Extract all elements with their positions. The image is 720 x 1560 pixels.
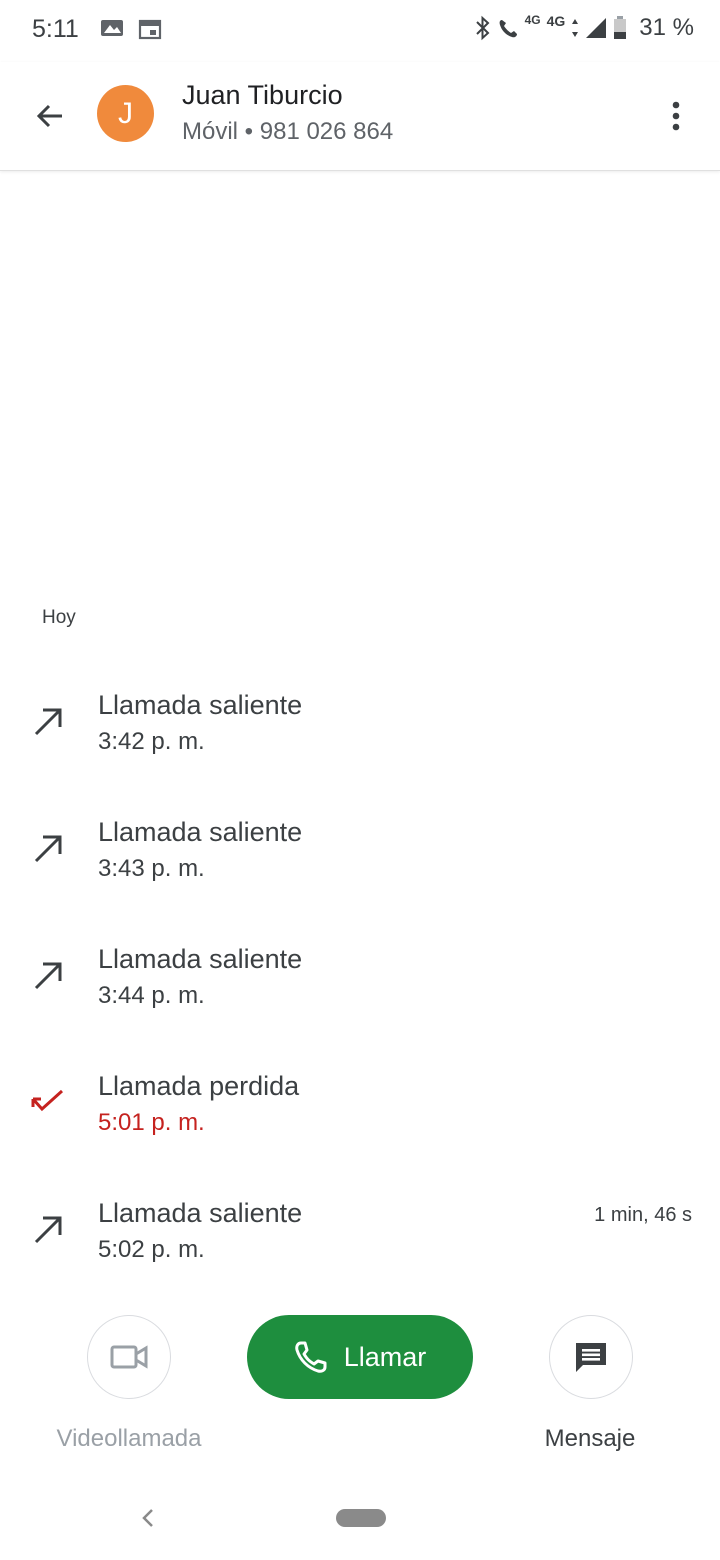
outgoing-call-icon [34, 835, 62, 863]
network-type-small: 4G [524, 13, 541, 27]
phone-icon [294, 1341, 327, 1373]
call-type: Llamada saliente [98, 690, 303, 720]
back-button[interactable] [26, 92, 74, 140]
call-time: 3:43 p. m. [98, 855, 205, 882]
status-bar: 5:11 4G 4G 31 % [0, 0, 720, 62]
call-time: 5:01 p. m. [98, 1109, 205, 1136]
gallery-icon [101, 20, 123, 36]
call-history-item[interactable]: Llamada saliente 3:43 p. m. [0, 817, 720, 907]
more-options-button[interactable] [652, 92, 700, 140]
video-call-button[interactable] [87, 1315, 171, 1399]
call-time: 5:02 p. m. [98, 1236, 205, 1263]
call-history-item[interactable]: Llamada saliente 3:44 p. m. [0, 944, 720, 1034]
call-history-item[interactable]: Llamada saliente 3:42 p. m. [0, 690, 720, 780]
nav-back-icon[interactable] [136, 1503, 160, 1533]
call-type: Llamada saliente [98, 944, 303, 974]
message-label: Mensaje [544, 1425, 636, 1452]
battery-icon [614, 16, 627, 39]
call-duration: 1 min, 46 s [594, 1204, 692, 1226]
bluetooth-icon [475, 15, 490, 41]
outgoing-call-icon [34, 708, 62, 736]
status-system-icons: 4G 4G 31 % [475, 14, 694, 42]
call-button-label: Llamar [343, 1341, 427, 1372]
more-vert-icon [672, 101, 680, 131]
call-type: Llamada perdida [98, 1071, 300, 1101]
call-history-item[interactable]: Llamada perdida 5:01 p. m. [0, 1071, 720, 1161]
back-arrow-icon [36, 104, 62, 128]
videocam-icon [110, 1345, 148, 1369]
contact-header: J Juan Tiburcio Móvil • 981 026 864 [0, 62, 720, 171]
contact-name: Juan Tiburcio [182, 80, 343, 110]
contact-phone: Móvil • 981 026 864 [182, 118, 394, 145]
calendar-icon [138, 19, 162, 40]
outgoing-call-icon [34, 1216, 62, 1244]
signal-icon [586, 18, 607, 38]
call-time: 3:42 p. m. [98, 728, 205, 755]
message-icon [576, 1343, 606, 1372]
outgoing-call-icon [34, 962, 62, 990]
network-type: 4G [546, 13, 566, 29]
date-section-label: Hoy [42, 607, 76, 628]
message-button[interactable] [549, 1315, 633, 1399]
call-type: Llamada saliente [98, 1198, 303, 1228]
call-button[interactable]: Llamar [247, 1315, 473, 1399]
status-time: 5:11 [32, 15, 79, 43]
video-call-label: Videollamada [56, 1425, 202, 1452]
nav-home-pill[interactable] [336, 1509, 386, 1527]
volte-call-icon [499, 20, 517, 38]
data-arrows-icon [572, 19, 579, 37]
status-notification-icons [100, 18, 162, 40]
avatar[interactable]: J [97, 85, 154, 142]
missed-call-icon [31, 1089, 64, 1112]
battery-percent: 31 % [639, 14, 694, 41]
call-type: Llamada saliente [98, 817, 303, 847]
call-time: 3:44 p. m. [98, 982, 205, 1009]
call-history-item[interactable]: Llamada saliente 5:02 p. m. 1 min, 46 s [0, 1198, 720, 1288]
